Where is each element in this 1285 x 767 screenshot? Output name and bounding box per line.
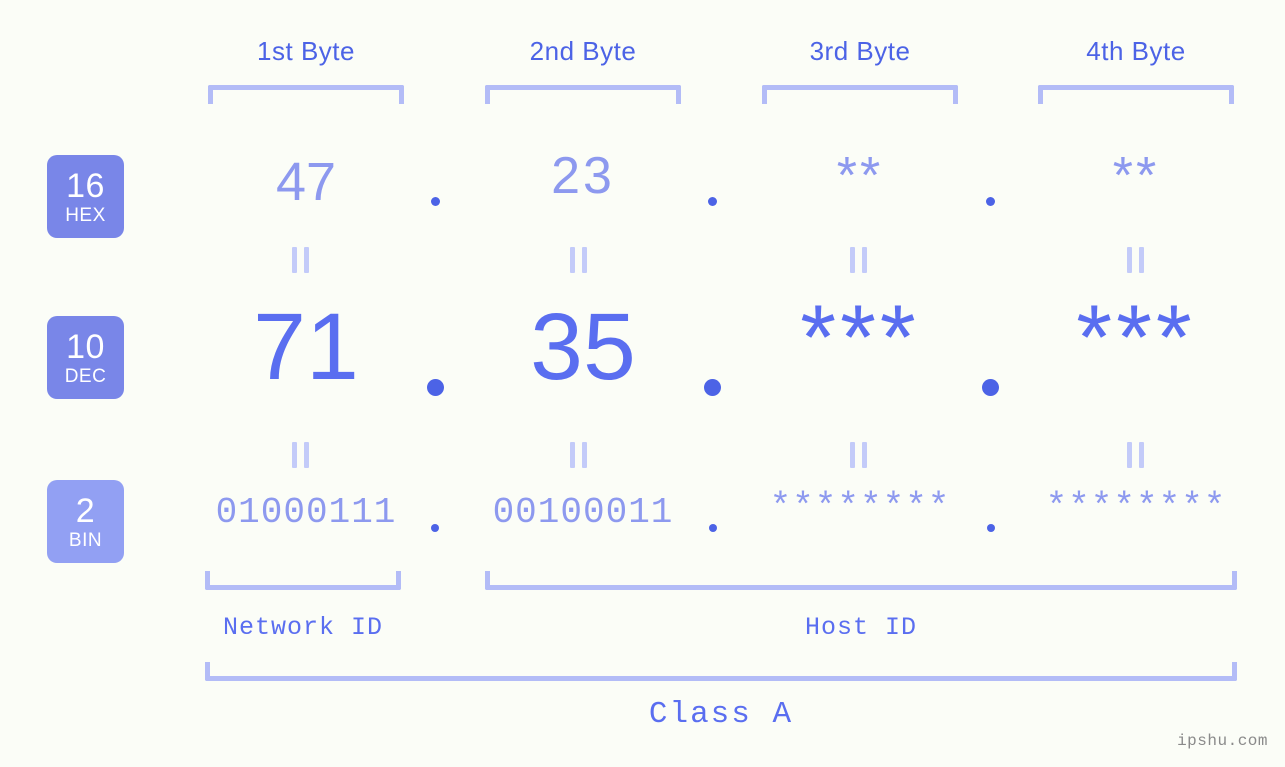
network-id-bracket — [205, 571, 401, 590]
byte-bracket-3 — [762, 85, 958, 104]
byte-bracket-4 — [1038, 85, 1234, 104]
base-badge-hex-name: HEX — [65, 204, 106, 226]
equals-hex-dec-4 — [1127, 247, 1144, 273]
hex-separator-dot-3 — [986, 197, 995, 206]
hex-byte-4: ** — [1112, 147, 1160, 205]
byte-header-3: 3rd Byte — [809, 36, 911, 66]
hex-separator-dot-1 — [431, 197, 440, 206]
class-bracket — [205, 662, 1237, 681]
bin-byte-4: ******** — [1045, 487, 1227, 528]
hex-byte-1: 47 — [275, 152, 337, 212]
hex-separator-dot-2 — [708, 197, 717, 206]
byte-header-1: 1st Byte — [257, 36, 355, 66]
bin-separator-dot-2 — [709, 524, 717, 532]
base-badge-dec-name: DEC — [64, 365, 107, 387]
equals-hex-dec-3 — [850, 247, 867, 273]
base-badge-hex-number: 16 — [66, 166, 105, 205]
byte-header-2: 2nd Byte — [529, 36, 637, 66]
hex-byte-3: ** — [836, 147, 884, 205]
bin-separator-dot-3 — [987, 524, 995, 532]
host-id-label: Host ID — [804, 613, 918, 642]
network-id-label: Network ID — [222, 613, 384, 642]
equals-hex-dec-1 — [292, 247, 309, 273]
host-id-bracket — [485, 571, 1237, 590]
byte-header-4: 4th Byte — [1086, 36, 1186, 66]
bin-byte-3: ******** — [769, 487, 951, 528]
base-badge-bin-number: 2 — [75, 491, 96, 530]
dec-separator-dot-1 — [427, 379, 444, 396]
bin-separator-dot-1 — [431, 524, 439, 532]
bin-byte-1: 01000111 — [215, 492, 397, 533]
base-badge-dec-number: 10 — [66, 327, 105, 366]
dec-separator-dot-2 — [704, 379, 721, 396]
base-badge-bin-name: BIN — [68, 529, 103, 551]
ip-address-breakdown-diagram: 1st Byte 2nd Byte 3rd Byte 4th Byte 16 H… — [0, 0, 1285, 767]
dec-byte-3: *** — [800, 287, 920, 389]
class-label: Class A — [648, 697, 794, 732]
equals-dec-bin-3 — [850, 442, 867, 468]
dec-byte-1: 71 — [253, 294, 359, 400]
bin-byte-2: 00100011 — [492, 492, 674, 533]
equals-dec-bin-2 — [570, 442, 587, 468]
equals-dec-bin-1 — [292, 442, 309, 468]
hex-byte-2: 23 — [551, 147, 615, 205]
equals-hex-dec-2 — [570, 247, 587, 273]
watermark: ipshu.com — [1177, 732, 1268, 750]
dec-byte-4: *** — [1076, 287, 1196, 389]
equals-dec-bin-4 — [1127, 442, 1144, 468]
base-badge-bin: 2 BIN — [47, 480, 124, 563]
byte-bracket-1 — [208, 85, 404, 104]
base-badge-hex: 16 HEX — [47, 155, 124, 238]
base-badge-dec: 10 DEC — [47, 316, 124, 399]
dec-separator-dot-3 — [982, 379, 999, 396]
dec-byte-2: 35 — [530, 294, 636, 400]
byte-bracket-2 — [485, 85, 681, 104]
